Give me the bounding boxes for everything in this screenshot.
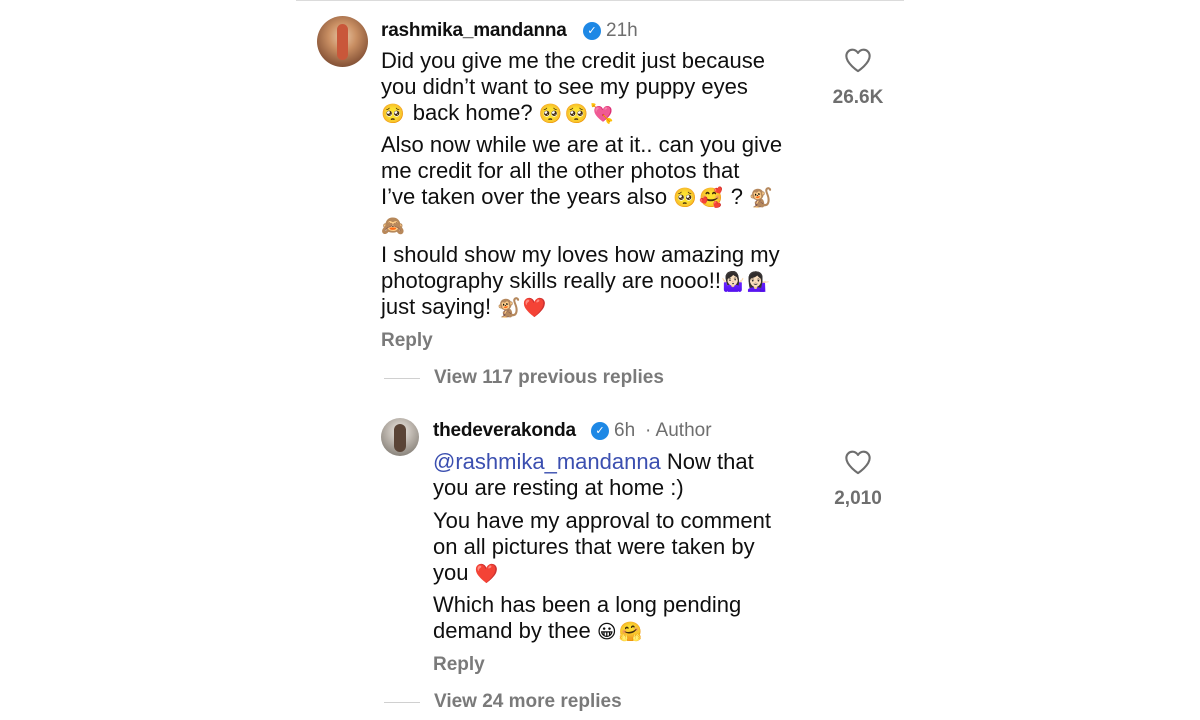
comment-text-line: me credit for all the other photos that: [381, 158, 740, 183]
reply-text-line: Which has been a long pending: [433, 592, 742, 617]
emoji: 🙈: [381, 216, 407, 237]
emoji: 🤷🏻‍♀️💁🏻‍♀️: [720, 272, 773, 293]
thread-line: [384, 378, 420, 379]
thread-line: [384, 702, 420, 703]
verified-badge-icon: ✓: [591, 422, 609, 440]
comment-text-line: Did you give me the credit just because: [381, 48, 765, 73]
avatar[interactable]: [381, 418, 419, 456]
comment-text-line: 🙈: [381, 212, 407, 240]
emoji: 🥺: [381, 104, 407, 125]
like-count: 26.6K: [832, 87, 884, 108]
comment-text-line: just saying! 🐒❤️: [381, 294, 549, 319]
reply-button[interactable]: Reply: [381, 330, 433, 352]
comment-text-line: Also now while we are at it.. can you gi…: [381, 132, 783, 157]
reply-text-line: You have my approval to comment: [433, 508, 771, 533]
reply-text-line: you are resting at home :): [433, 475, 684, 500]
heart-outline-icon[interactable]: [844, 449, 872, 475]
emoji: 🐒❤️: [497, 298, 549, 319]
view-previous-replies-button[interactable]: View 117 previous replies: [434, 367, 664, 389]
mention-link[interactable]: @rashmika_mandanna: [433, 449, 661, 474]
emoji: ❤️: [474, 564, 501, 585]
emoji: 🥺🥰: [673, 188, 725, 209]
comment-text-line: photography skills really are nooo!!🤷🏻‍♀…: [381, 268, 773, 293]
author-label: · Author: [645, 420, 712, 441]
verified-badge-icon: ✓: [583, 22, 601, 40]
emoji: 🥺🥺💘: [538, 104, 616, 125]
comment-time: 21h: [606, 20, 638, 41]
comment-text-line: 🥺 back home? 🥺🥺💘: [381, 100, 616, 125]
emoji: 😀🤗: [596, 622, 645, 643]
top-divider: [296, 0, 904, 1]
heart-outline-icon[interactable]: [844, 47, 872, 73]
emoji: 🐒: [749, 188, 775, 209]
reply-button[interactable]: Reply: [433, 654, 485, 676]
comment-text-line: I’ve taken over the years also 🥺🥰 ? 🐒: [381, 184, 775, 209]
like-count: 2,010: [834, 488, 882, 509]
reply-time: 6h: [614, 420, 636, 441]
comment-username[interactable]: rashmika_mandanna: [381, 20, 567, 42]
comment-text-line: you didn’t want to see my puppy eyes: [381, 74, 748, 99]
reply-text-line: demand by thee 😀🤗: [433, 618, 645, 643]
reply-text-line: @rashmika_mandanna Now that: [433, 449, 754, 474]
avatar[interactable]: [317, 16, 368, 67]
reply-username[interactable]: thedeverakonda: [433, 420, 576, 442]
reply-text-line: you ❤️: [433, 560, 501, 585]
view-more-replies-button[interactable]: View 24 more replies: [434, 691, 622, 713]
reply-text-line: on all pictures that were taken by: [433, 534, 755, 559]
comment-text-line: I should show my loves how amazing my: [381, 242, 780, 267]
